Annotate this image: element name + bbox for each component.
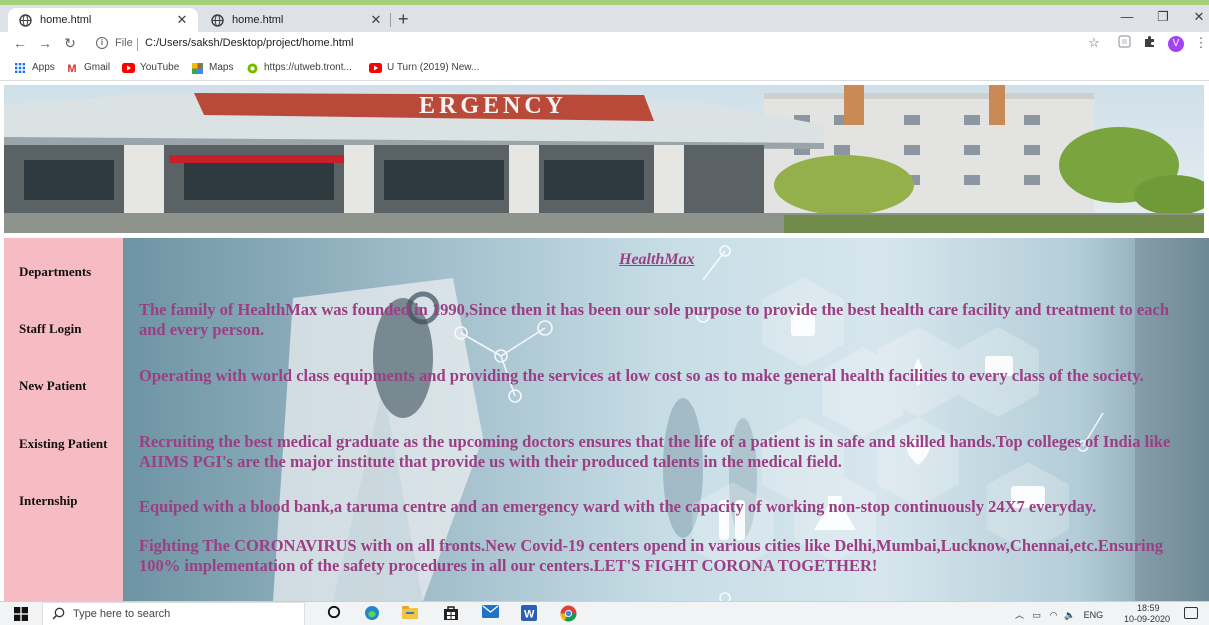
- clock-time[interactable]: 18:59: [1137, 603, 1160, 613]
- youtube-icon: [369, 62, 382, 73]
- close-window-icon[interactable]: ✕: [1189, 9, 1209, 25]
- file-explorer-icon[interactable]: [401, 605, 419, 623]
- tab-strip: home.html ✕ home.html ✕ + — ❐ ✕: [0, 5, 1209, 32]
- facilities-paragraph: Equiped with a blood bank,a taruma centr…: [139, 497, 1097, 516]
- svg-text:W: W: [524, 609, 535, 621]
- wifi-icon[interactable]: ◠: [1050, 610, 1058, 620]
- bookmark-maps[interactable]: Maps: [191, 62, 234, 74]
- tab-title: home.html: [232, 14, 284, 26]
- about-paragraph: The family of HealthMax was founded in 1…: [139, 300, 1170, 339]
- bookmark-label: U Turn (2019) New...: [387, 62, 480, 73]
- maps-icon: [191, 62, 203, 74]
- battery-icon[interactable]: ▭: [1033, 610, 1042, 620]
- bookmark-utweb[interactable]: https://utweb.tront...: [246, 62, 352, 73]
- bookmark-uturn[interactable]: U Turn (2019) New...: [369, 62, 479, 73]
- minimize-icon[interactable]: —: [1117, 9, 1137, 24]
- sidebar-item-internship[interactable]: Internship: [19, 493, 78, 509]
- url-separator: [137, 38, 138, 51]
- maximize-icon[interactable]: ❐: [1153, 9, 1173, 25]
- new-tab-button[interactable]: +: [398, 9, 409, 30]
- bookmark-youtube[interactable]: YouTube: [122, 62, 179, 73]
- chrome-icon[interactable]: [559, 605, 577, 623]
- bookmark-label: Gmail: [84, 62, 111, 73]
- site-title[interactable]: HealthMax: [619, 251, 695, 269]
- browser-window: home.html ✕ home.html ✕ + — ❐ ✕ ← → ↻ i …: [0, 5, 1209, 625]
- apps-grid-icon: [14, 62, 26, 73]
- word-icon[interactable]: W: [520, 605, 538, 623]
- services-paragraph: Operating with world class equipments an…: [139, 366, 1144, 385]
- taskbar-search-input[interactable]: Type here to search: [42, 602, 305, 625]
- gmail-icon: M: [67, 62, 77, 75]
- windows-taskbar: Type here to search W ︿ ▭ ◠ 🔈 ENG 18:59 …: [0, 601, 1209, 625]
- hospital-banner-image: ERGENCY: [4, 85, 1204, 233]
- windows-start-icon[interactable]: [14, 607, 28, 621]
- address-bar-row: ← → ↻ i File C:/Users/saksh/Desktop/proj…: [0, 32, 1209, 56]
- bookmark-label: Apps: [32, 62, 55, 73]
- tab-separator: [390, 13, 391, 27]
- sidebar-item-staff-login[interactable]: Staff Login: [19, 321, 81, 337]
- profile-avatar[interactable]: V: [1168, 36, 1184, 52]
- bookmark-star-icon[interactable]: ☆: [1085, 35, 1103, 51]
- utweb-icon: [246, 63, 258, 73]
- system-tray[interactable]: ︿ ▭ ◠ 🔈 ENG: [1015, 608, 1103, 621]
- bookmark-apps[interactable]: Apps: [14, 62, 55, 73]
- youtube-icon: [122, 62, 135, 73]
- info-icon[interactable]: i: [96, 37, 108, 49]
- sidebar-item-new-patient[interactable]: New Patient: [19, 378, 87, 394]
- bookmark-gmail[interactable]: M Gmail: [66, 62, 111, 75]
- store-icon[interactable]: [442, 605, 460, 623]
- reload-icon[interactable]: ↻: [62, 35, 78, 52]
- bookmark-label: Maps: [209, 62, 234, 73]
- sidebar-nav: Departments Staff Login New Patient Exis…: [4, 238, 123, 601]
- chevron-up-icon[interactable]: ︿: [1015, 610, 1024, 620]
- tab-home-active[interactable]: home.html ✕: [8, 8, 198, 32]
- recruitment-paragraph: Recruiting the best medical graduate as …: [139, 432, 1171, 471]
- tab-title: home.html: [40, 14, 92, 26]
- clock-date[interactable]: 10-09-2020: [1124, 614, 1170, 624]
- globe-icon: [18, 13, 32, 27]
- sidebar-item-departments[interactable]: Departments: [19, 264, 91, 280]
- cortana-icon[interactable]: [325, 605, 343, 623]
- edge-icon[interactable]: [363, 605, 381, 623]
- bookmark-label: YouTube: [140, 62, 180, 73]
- menu-kebab-icon[interactable]: ⋮: [1192, 35, 1209, 51]
- globe-icon: [210, 13, 224, 27]
- forward-arrow-icon[interactable]: →: [37, 35, 53, 51]
- search-placeholder: Type here to search: [73, 608, 171, 620]
- sidebar-item-existing-patient[interactable]: Existing Patient: [19, 436, 107, 452]
- tab-home[interactable]: home.html ✕: [200, 8, 392, 32]
- bookmarks-bar: Apps M Gmail YouTube Maps https://utweb.…: [0, 56, 1209, 81]
- banner-sign-text: ERGENCY: [419, 93, 567, 119]
- close-tab-icon[interactable]: ✕: [368, 12, 384, 28]
- main-content: HealthMax The family of HealthMax was fo…: [123, 238, 1209, 601]
- extension-box-icon[interactable]: [1115, 35, 1133, 51]
- back-arrow-icon[interactable]: ←: [12, 35, 28, 51]
- volume-icon[interactable]: 🔈: [1064, 610, 1075, 620]
- covid-paragraph: Fighting The CORONAVIRUS with on all fro…: [139, 536, 1164, 575]
- url-input[interactable]: C:/Users/saksh/Desktop/project/home.html: [145, 37, 353, 49]
- notifications-icon[interactable]: [1184, 607, 1198, 619]
- bookmark-label: https://utweb.tront...: [264, 62, 352, 73]
- close-tab-icon[interactable]: ✕: [174, 12, 190, 28]
- file-scheme-label: File: [115, 37, 133, 49]
- web-page: ERGENCY Departments Staff Login New Pati…: [0, 81, 1209, 601]
- search-icon: [52, 607, 65, 625]
- language-indicator[interactable]: ENG: [1084, 610, 1104, 620]
- mail-icon[interactable]: [481, 605, 499, 623]
- puzzle-extensions-icon[interactable]: [1140, 35, 1158, 51]
